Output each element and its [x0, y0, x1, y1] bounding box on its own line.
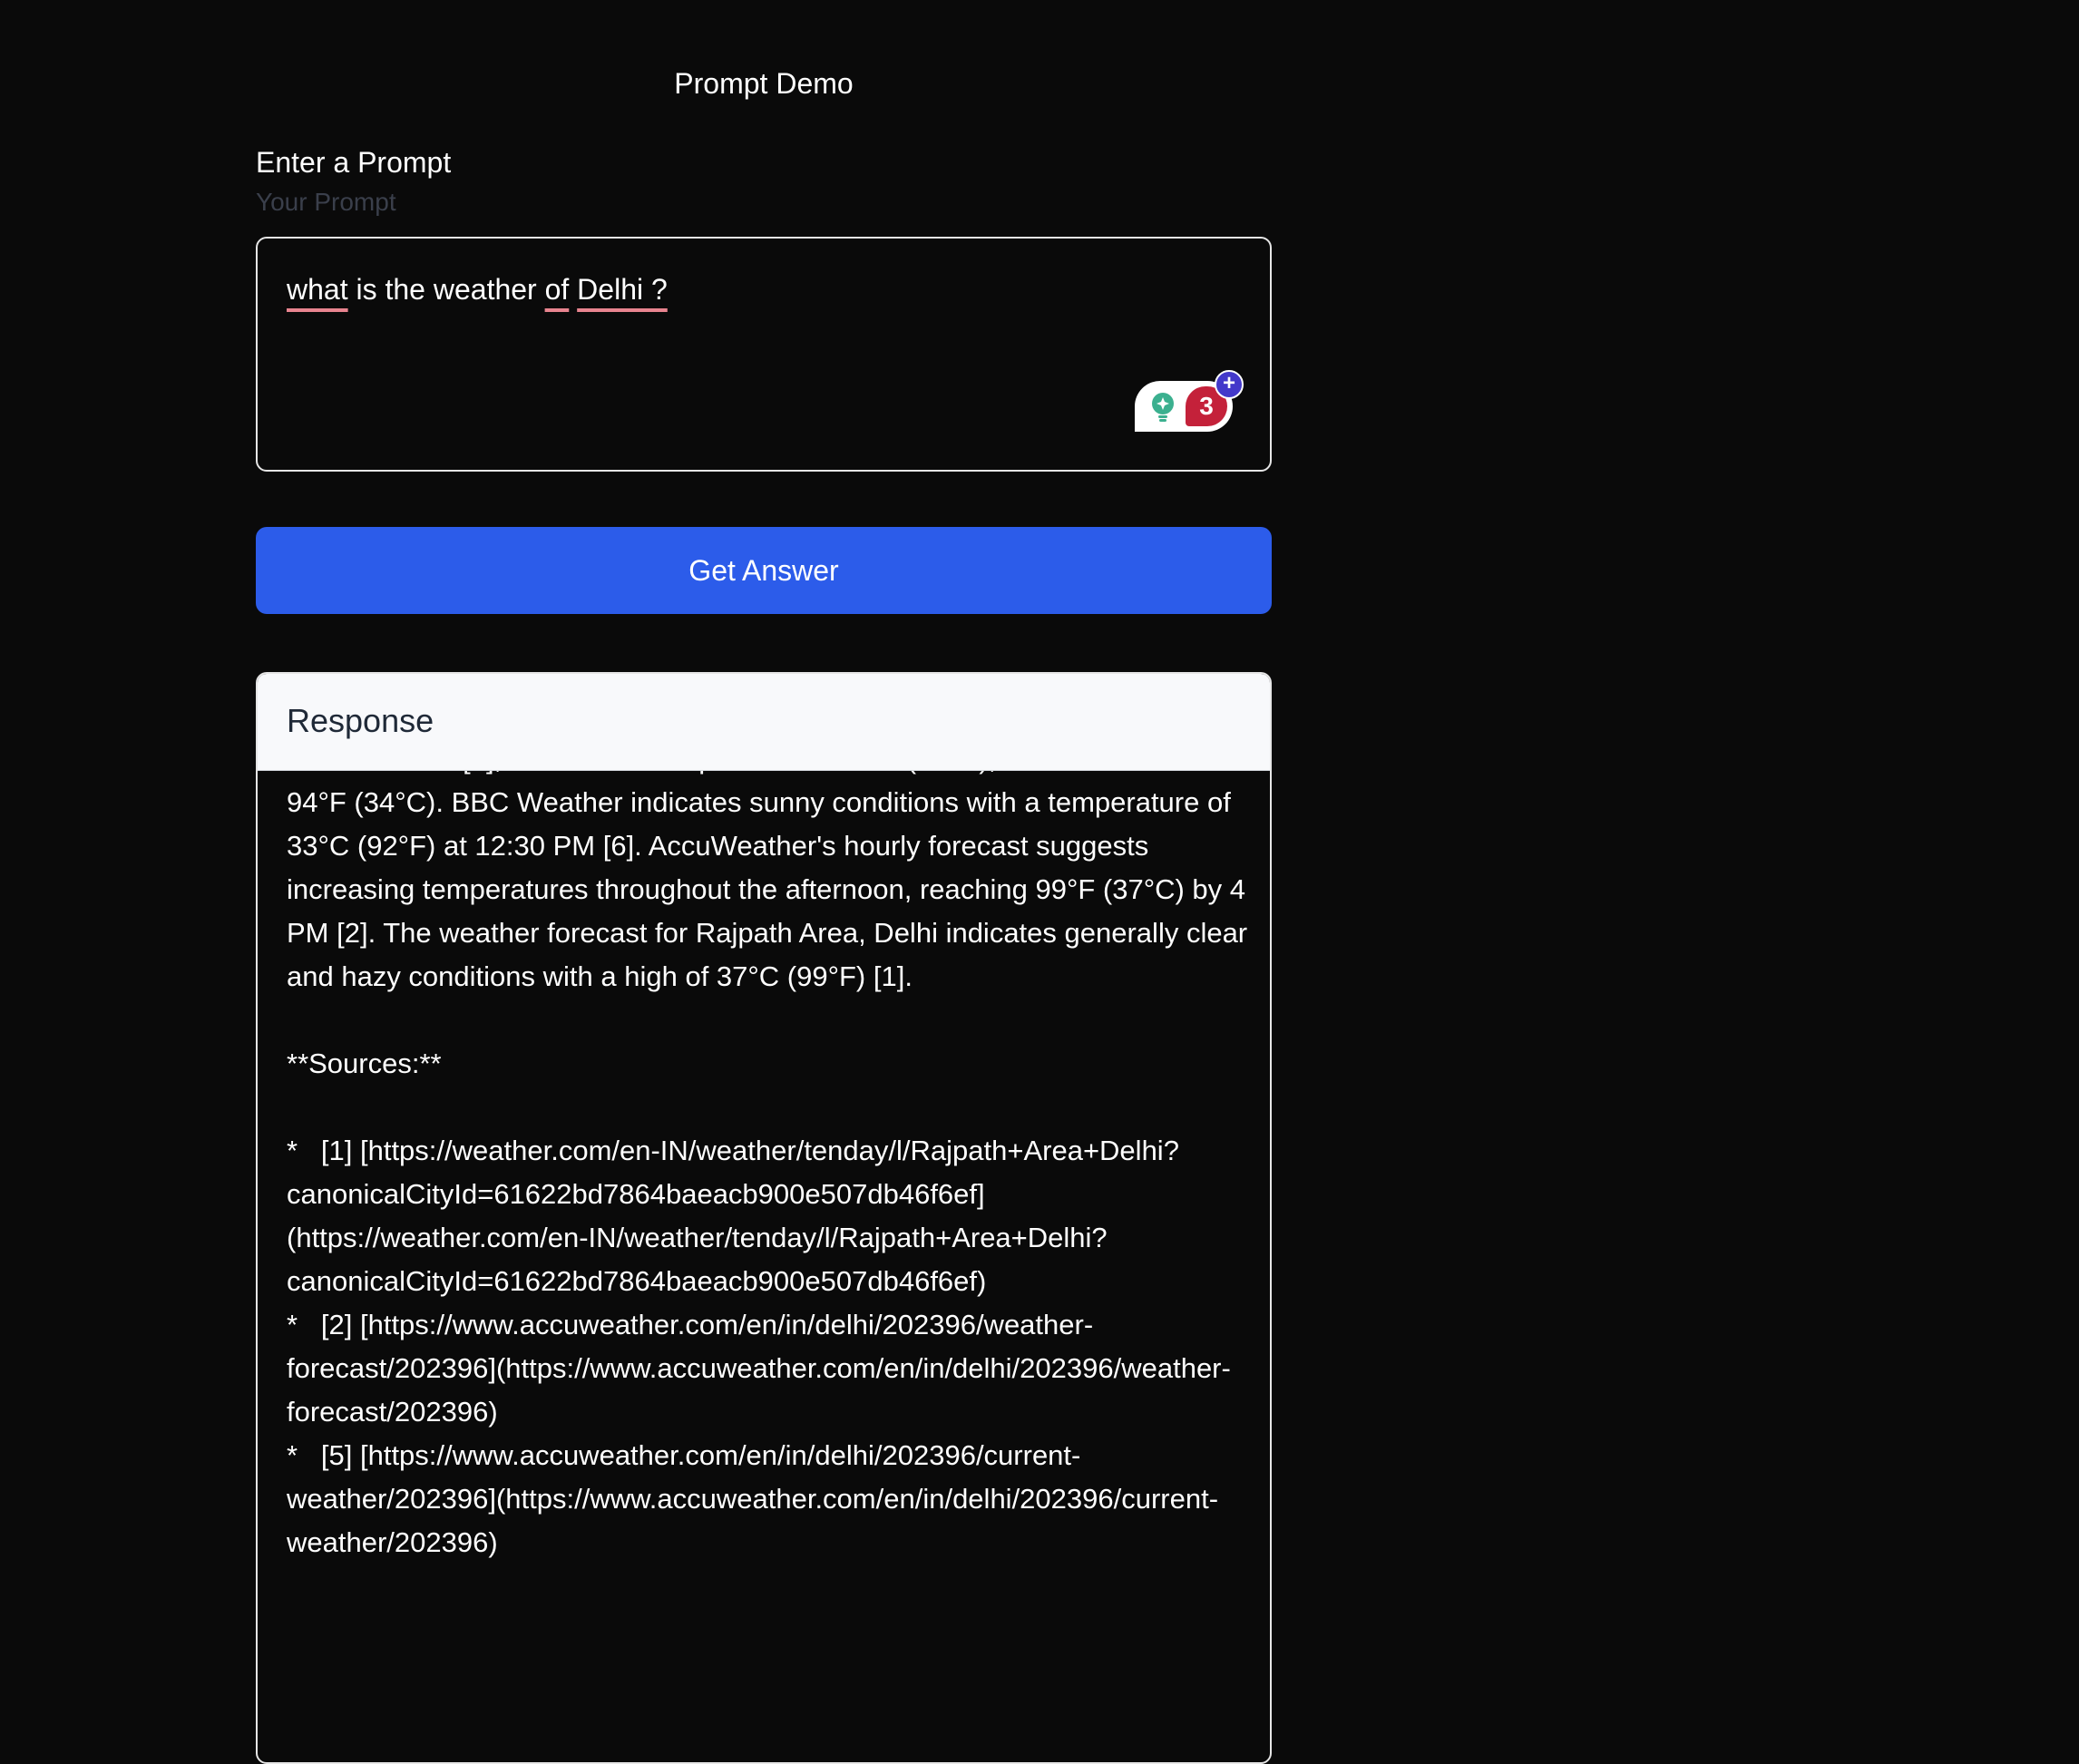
prompt-label: Enter a Prompt: [256, 146, 452, 179]
get-answer-button[interactable]: Get Answer: [256, 527, 1272, 614]
response-card: Response AccuWeather [5], the current te…: [256, 672, 1272, 1764]
prompt-input[interactable]: what is the weather of Delhi ? 3 +: [256, 237, 1272, 472]
spelling-flagged-word[interactable]: of: [545, 273, 570, 306]
prompt-text[interactable]: what is the weather of Delhi ?: [287, 271, 668, 307]
plus-icon[interactable]: +: [1215, 370, 1244, 399]
prompt-hint: Your Prompt: [256, 188, 396, 216]
grammar-assistant-widget[interactable]: 3 +: [1135, 370, 1244, 432]
response-header: Response: [258, 674, 1270, 771]
response-title: Response: [287, 702, 434, 739]
prompt-text-segment: [569, 273, 577, 306]
page-title: Prompt Demo: [674, 67, 854, 100]
lightbulb-icon: [1152, 393, 1174, 422]
prompt-text-segment: is the weather: [347, 273, 545, 306]
spelling-flagged-word[interactable]: Delhi ?: [577, 273, 668, 306]
spelling-flagged-word[interactable]: what: [287, 273, 348, 306]
response-body: AccuWeather [5], the current temperature…: [287, 743, 1248, 1558]
